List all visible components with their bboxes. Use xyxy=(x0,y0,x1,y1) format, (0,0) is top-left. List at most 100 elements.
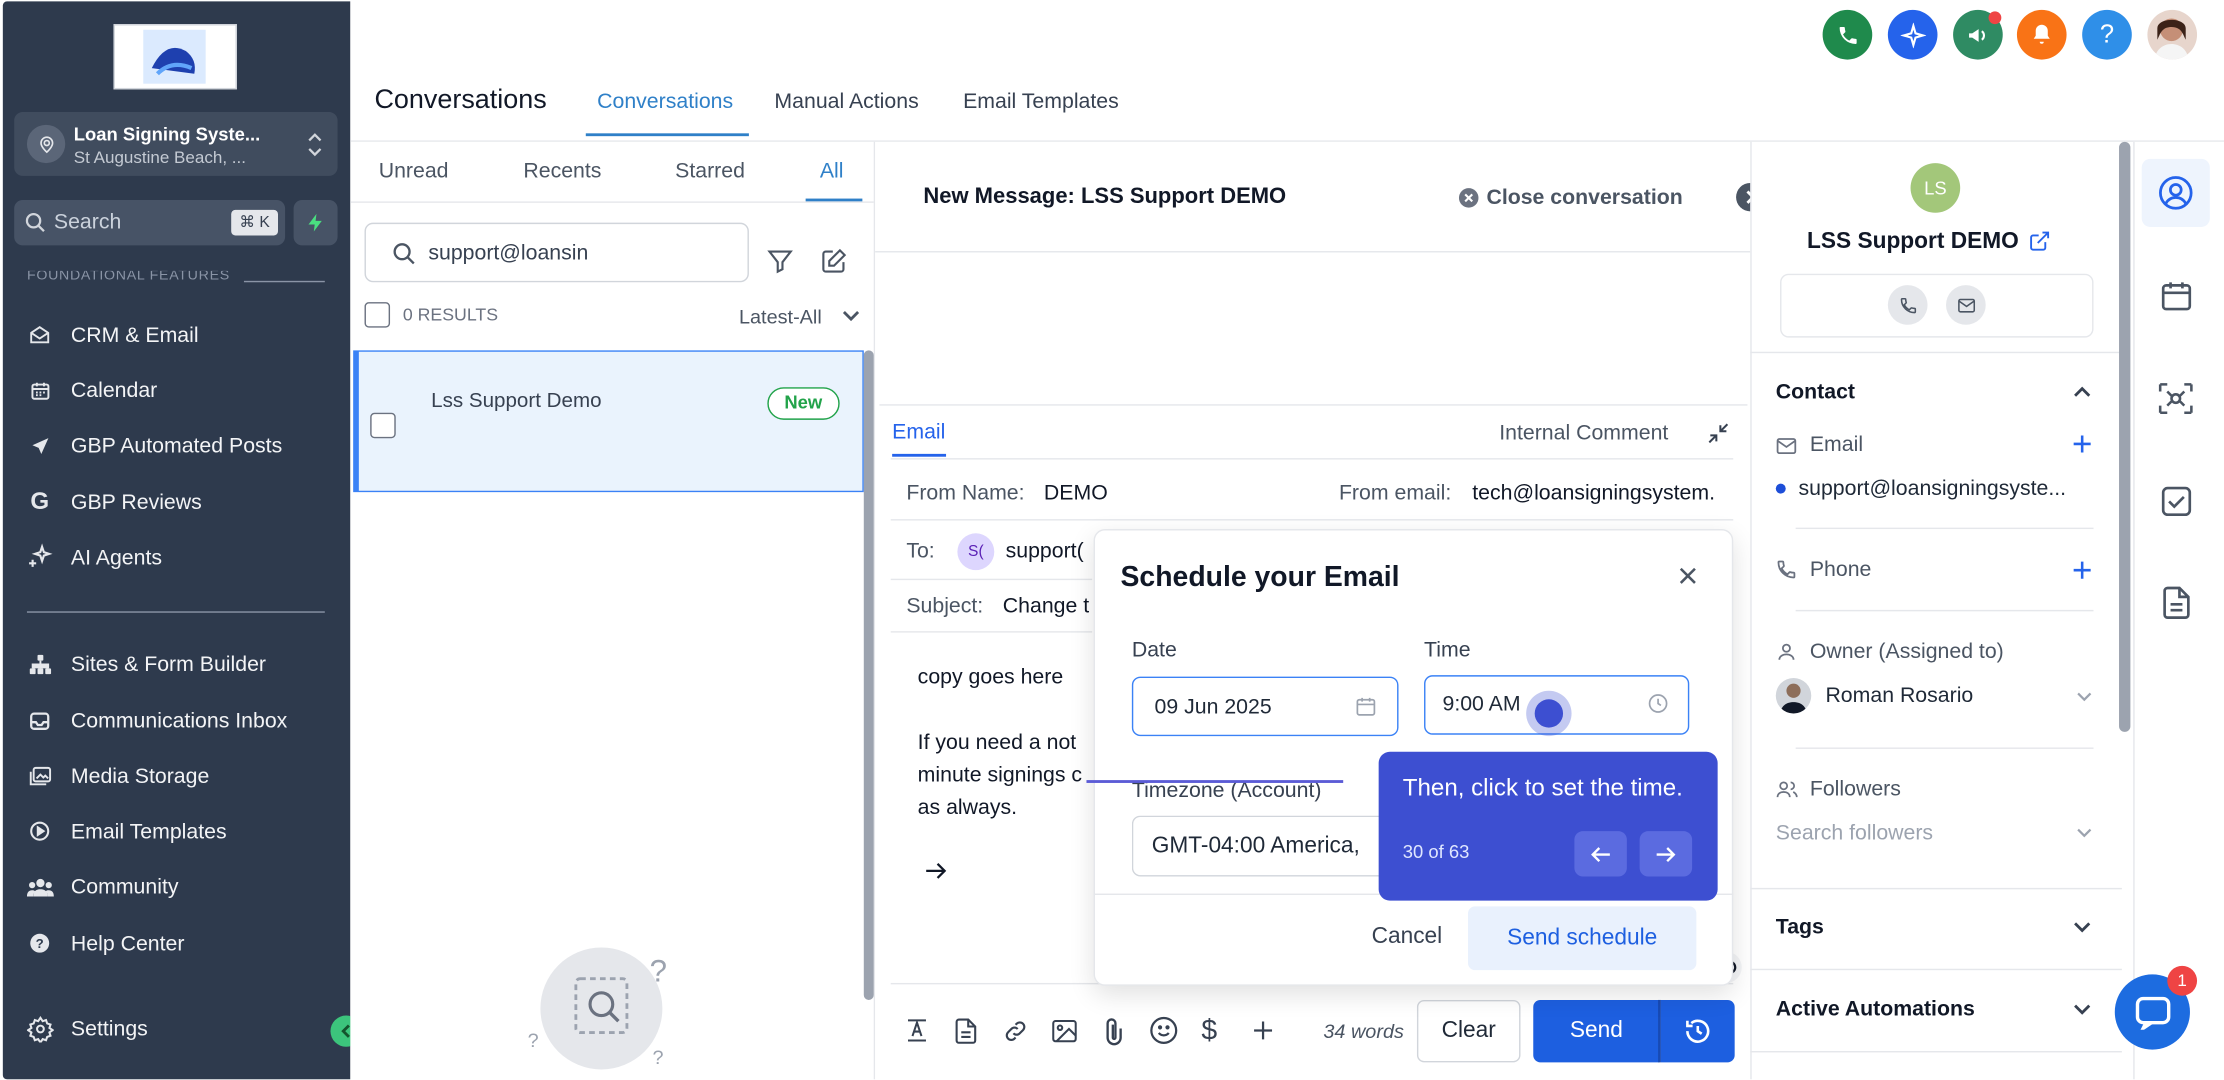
sidebar-item-help-center[interactable]: ? Help Center xyxy=(26,928,185,959)
google-icon: G xyxy=(30,487,50,515)
sidebar-item-ai-agents[interactable]: AI Agents xyxy=(26,542,162,573)
chevron-down-icon[interactable] xyxy=(842,311,860,322)
task-checkbox-icon[interactable] xyxy=(2159,484,2194,519)
chevron-down-icon[interactable] xyxy=(2074,1004,2091,1015)
text-format-icon[interactable] xyxy=(904,1017,931,1044)
subject-divider xyxy=(890,631,1093,633)
sort-select[interactable]: Latest-All xyxy=(739,305,822,328)
recipient-chip[interactable]: support( xyxy=(1006,539,1084,563)
sidebar-item-communications[interactable]: Communications Inbox xyxy=(26,705,287,736)
add-email-icon[interactable] xyxy=(2072,434,2092,454)
body-line-2[interactable]: If you need a not xyxy=(918,730,1077,754)
ai-assistant-button[interactable] xyxy=(1887,9,1938,60)
sidebar-item-calendar[interactable]: Calendar xyxy=(26,374,158,405)
list-scrollbar[interactable] xyxy=(863,350,874,1000)
inbox-icon xyxy=(26,321,54,349)
send-schedule-button[interactable]: Send schedule xyxy=(1468,906,1697,971)
owner-select[interactable]: Roman Rosario xyxy=(1825,684,1973,708)
filter-icon[interactable] xyxy=(766,247,794,275)
sidebar-item-label: AI Agents xyxy=(70,545,163,570)
tab-email[interactable]: Email xyxy=(892,420,945,444)
schedule-send-button[interactable] xyxy=(1660,999,1735,1063)
sidebar-item-email-templates[interactable]: Email Templates xyxy=(26,816,227,847)
search-placeholder: Search xyxy=(53,209,122,235)
tooltip-prev-button[interactable] xyxy=(1574,831,1627,877)
select-all-checkbox[interactable] xyxy=(364,302,391,328)
location-switcher[interactable]: Loan Signing Syste... St Augustine Beach… xyxy=(14,112,338,176)
attachment-icon[interactable] xyxy=(1102,1016,1126,1047)
active-automations-section[interactable]: Active Automations xyxy=(1776,997,1975,1021)
user-circle-icon xyxy=(2157,174,2194,211)
help-button[interactable]: ? xyxy=(2082,9,2132,60)
body-line-1[interactable]: copy goes here xyxy=(918,665,1063,689)
email-value[interactable]: support@loansigningsyste... xyxy=(1798,477,2066,501)
quick-actions-button[interactable] xyxy=(293,199,338,246)
body-line-3[interactable]: minute signings c xyxy=(918,763,1082,787)
filter-tab-recents[interactable]: Recents xyxy=(523,159,601,183)
notifications-button[interactable] xyxy=(2016,9,2067,60)
tags-section[interactable]: Tags xyxy=(1776,915,1824,939)
document-icon[interactable] xyxy=(953,1017,979,1045)
tooltip-next-button[interactable] xyxy=(1639,831,1693,877)
email-contact-button[interactable] xyxy=(1946,285,1986,325)
clock-icon xyxy=(1682,1016,1713,1047)
sidebar-item-gbp-posts[interactable]: GBP Automated Posts xyxy=(26,430,282,461)
sidebar-item-crm-email[interactable]: CRM & Email xyxy=(26,319,199,350)
from-email-value[interactable]: tech@loansigningsystem. xyxy=(1472,481,1734,505)
link-icon[interactable] xyxy=(1001,1018,1029,1044)
contact-section-title[interactable]: Contact xyxy=(1776,380,1855,404)
external-link-icon[interactable] xyxy=(2028,230,2051,253)
user-avatar[interactable] xyxy=(2147,9,2198,60)
sidebar-item-media[interactable]: Media Storage xyxy=(26,760,210,791)
cancel-button[interactable]: Cancel xyxy=(1372,925,1443,951)
timezone-select[interactable]: GMT-04:00 America, xyxy=(1131,815,1388,877)
opportunities-icon[interactable] xyxy=(2156,380,2196,417)
company-logo[interactable] xyxy=(113,24,237,90)
tab-email-templates[interactable]: Email Templates xyxy=(963,89,1119,113)
rail-contact-button[interactable] xyxy=(2141,158,2210,227)
conversation-search-input[interactable]: support@loansin xyxy=(364,222,749,283)
phone-button[interactable] xyxy=(1822,9,1873,60)
chevron-down-icon[interactable] xyxy=(2076,828,2092,838)
panel-divider xyxy=(1750,887,2122,890)
filter-tab-unread[interactable]: Unread xyxy=(379,159,449,183)
followers-search[interactable]: Search followers xyxy=(1776,821,1933,845)
dollar-icon[interactable]: $ xyxy=(1201,1016,1217,1049)
tab-manual-actions[interactable]: Manual Actions xyxy=(774,89,918,113)
row-checkbox[interactable] xyxy=(370,412,396,439)
tab-conversations[interactable]: Conversations xyxy=(597,89,733,113)
chevron-down-icon[interactable] xyxy=(2074,922,2091,933)
emoji-icon[interactable] xyxy=(1149,1016,1179,1046)
send-button[interactable]: Send xyxy=(1533,999,1660,1063)
conversation-row[interactable]: Lss Support Demo New xyxy=(353,350,864,493)
calendar-icon[interactable] xyxy=(2159,278,2194,313)
from-name-value[interactable]: DEMO xyxy=(1044,481,1108,505)
notes-icon[interactable] xyxy=(2160,584,2193,621)
tab-internal-comment[interactable]: Internal Comment xyxy=(1499,421,1668,445)
image-icon[interactable] xyxy=(1051,1018,1078,1044)
body-line-4[interactable]: as always. xyxy=(918,796,1017,820)
panel-scrollbar[interactable] xyxy=(2119,141,2131,732)
filter-tab-all[interactable]: All xyxy=(820,159,844,183)
compose-new-icon[interactable] xyxy=(820,247,848,275)
sidebar-item-settings[interactable]: Settings xyxy=(26,1013,148,1044)
close-conversation-button[interactable]: Close conversation xyxy=(1458,186,1683,210)
sidebar-item-sites[interactable]: Sites & Form Builder xyxy=(26,648,266,679)
call-contact-button[interactable] xyxy=(1887,285,1928,325)
word-count: 34 words xyxy=(1323,1019,1404,1043)
sidebar-item-community[interactable]: Community xyxy=(26,871,179,902)
chevron-down-icon[interactable] xyxy=(2076,692,2092,702)
subject-value[interactable]: Change t xyxy=(1003,594,1089,618)
close-icon[interactable] xyxy=(1678,566,1698,586)
filter-tab-starred[interactable]: Starred xyxy=(675,159,745,183)
collapse-icon[interactable] xyxy=(1706,421,1730,445)
plus-icon[interactable] xyxy=(1250,1017,1277,1044)
chevron-up-icon[interactable] xyxy=(2074,386,2091,397)
clear-button[interactable]: Clear xyxy=(1416,999,1521,1063)
panel-divider xyxy=(1750,1051,2122,1053)
sidebar-search[interactable]: Search ⌘ K xyxy=(14,199,286,246)
date-picker[interactable]: 09 Jun 2025 xyxy=(1131,676,1399,737)
add-phone-icon[interactable] xyxy=(2072,560,2092,580)
bell-icon xyxy=(2030,23,2054,47)
sidebar-item-gbp-reviews[interactable]: G GBP Reviews xyxy=(26,487,202,518)
